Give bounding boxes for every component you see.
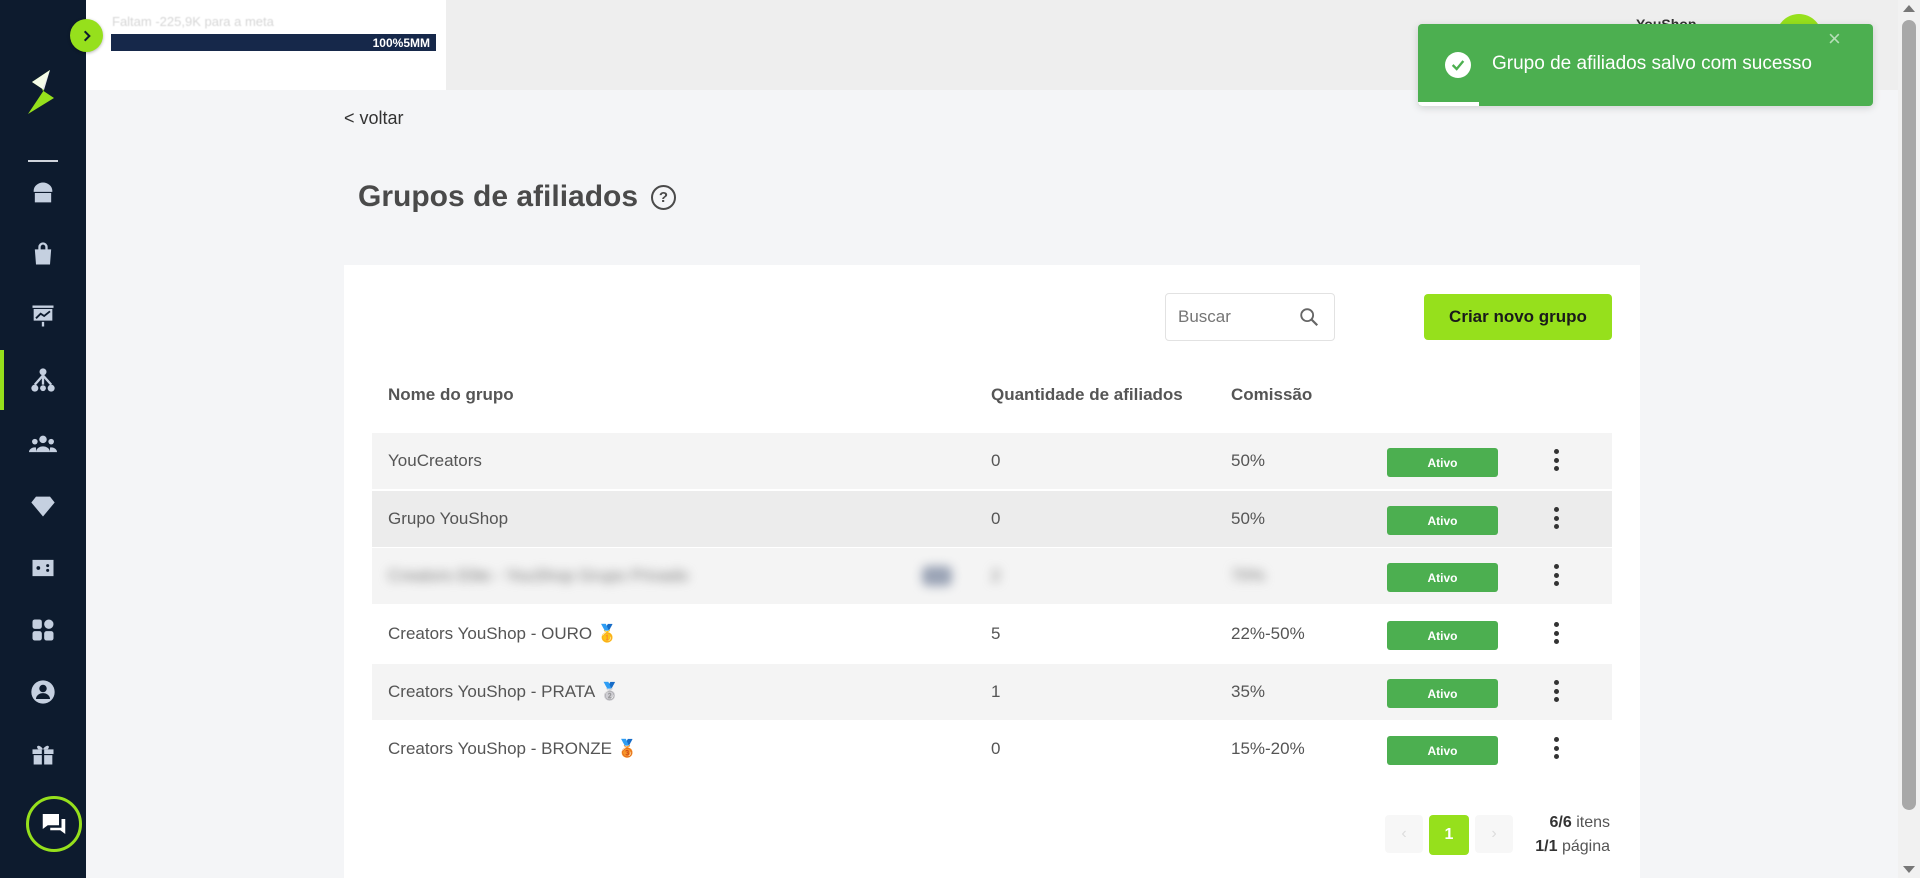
scroll-thumb[interactable] [1902,20,1916,810]
sidebar-item-members[interactable] [0,424,86,464]
goal-text: Faltam -225,9K para a meta [112,14,274,29]
group-name: YouCreators [388,451,482,470]
table-row[interactable]: Creators Elite - YouShop Grupo Privado 2… [372,548,1612,604]
status-badge: Ativo [1387,563,1498,592]
row-menu-icon[interactable] [1549,447,1563,473]
sidebar-item-products[interactable] [0,234,86,274]
affiliate-count: 0 [991,451,1001,470]
scroll-down-icon[interactable] [1903,866,1915,873]
goal-percent: 100% [372,35,404,50]
pages-summary: 1/1 página [1535,838,1610,855]
sidebar [0,0,86,878]
create-group-button[interactable]: Criar novo grupo [1424,294,1612,340]
apps-grid-icon [32,619,54,641]
table-row[interactable]: YouCreators 0 50% Ativo [372,433,1612,489]
status-badge: Ativo [1387,679,1498,708]
sidebar-item-reports[interactable] [0,296,86,336]
affiliate-count: 2 [991,566,1001,585]
items-summary: 6/6 itens [1549,814,1611,831]
commission: 22%-50% [1231,624,1305,643]
column-header-commission: Comissão [1231,385,1313,404]
commission: 15%-20% [1231,739,1305,758]
status-badge: Ativo [1387,448,1498,477]
network-icon [31,368,55,392]
table-row[interactable]: Grupo YouShop 0 50% Ativo [372,491,1612,547]
commission: 50% [1231,509,1266,528]
table-row[interactable]: Creators YouShop - OURO 🥇 5 22%-50% Ativ… [372,606,1612,662]
row-menu-icon[interactable] [1549,562,1563,588]
sidebar-item-profile[interactable] [0,672,86,712]
commission: 35% [1231,682,1266,701]
sidebar-item-premium[interactable] [0,486,86,526]
table-row[interactable]: Creators YouShop - BRONZE 🥉 0 15%-20% At… [372,721,1612,777]
groups-card: Criar novo grupo Nome do grupo Quantidad… [344,265,1640,878]
group-icon [922,566,952,586]
sidebar-item-games[interactable] [0,548,86,588]
pagination-page-1[interactable]: 1 [1429,815,1469,855]
presentation-chart-icon [32,305,54,327]
pagination-info: 6/6 itens 1/1 página [1535,811,1610,859]
group-name: Grupo YouShop [388,509,509,528]
chat-icon [42,814,66,834]
affiliate-count: 0 [991,509,1001,528]
group-name: Creators YouShop - PRATA 🥈 [388,682,621,701]
commission: 50% [1231,451,1266,470]
search-input[interactable] [1178,307,1298,327]
affiliate-count: 5 [991,624,1001,643]
page-scrollbar[interactable] [1898,0,1920,878]
gamepad-icon [32,559,54,577]
search-field[interactable] [1165,293,1335,341]
sidebar-item-apps[interactable] [0,610,86,650]
sales-goal-widget[interactable]: Faltam -225,9K para a meta 100% 5MM [86,0,446,90]
toast-timer-bar [1418,102,1479,106]
row-menu-icon[interactable] [1549,678,1563,704]
sidebar-item-home[interactable] [0,173,86,213]
status-badge: Ativo [1387,736,1498,765]
chevron-right-icon [83,30,91,41]
sidebar-item-affiliates[interactable] [0,350,86,410]
sidebar-expand-button[interactable] [70,19,103,52]
sidebar-divider [28,160,58,162]
gift-icon [32,745,54,765]
user-circle-icon [31,680,55,704]
help-icon[interactable]: ? [651,185,676,210]
goal-target: 5MM [403,35,430,50]
search-icon[interactable] [1298,306,1320,328]
commission: 70% [1231,566,1266,585]
sidebar-item-rewards[interactable] [0,734,86,774]
goal-progress-bar: 100% 5MM [111,34,436,51]
users-icon [29,435,57,453]
chat-support-button[interactable] [26,796,82,852]
affiliate-count: 1 [991,682,1001,701]
toast-close-icon[interactable]: × [1828,26,1841,52]
group-name: Creators YouShop - OURO 🥇 [388,624,618,643]
pagination-prev-button[interactable]: ‹ [1385,815,1423,853]
store-icon [33,182,53,203]
status-badge: Ativo [1387,506,1498,535]
row-menu-icon[interactable] [1549,735,1563,761]
column-header-count: Quantidade de afiliados [991,385,1183,404]
group-name: Creators YouShop - BRONZE 🥉 [388,739,638,758]
affiliate-count: 0 [991,739,1001,758]
table-row[interactable]: Creators YouShop - PRATA 🥈 1 35% Ativo [372,664,1612,720]
row-menu-icon[interactable] [1549,620,1563,646]
bag-icon [34,242,52,265]
page-title: Grupos de afiliados [358,180,639,213]
diamond-icon [31,496,55,517]
toast-message: Grupo de afiliados salvo com sucesso [1492,53,1812,74]
youshop-logo[interactable] [22,68,62,116]
success-toast: Grupo de afiliados salvo com sucesso [1418,24,1873,106]
status-badge: Ativo [1387,621,1498,650]
pagination-next-button[interactable]: › [1475,815,1513,853]
check-circle-icon [1445,52,1471,78]
row-menu-icon[interactable] [1549,505,1563,531]
scroll-up-icon[interactable] [1903,5,1915,12]
back-link[interactable]: < voltar [344,108,404,129]
column-header-name: Nome do grupo [388,385,514,404]
group-name: Creators Elite - YouShop Grupo Privado [388,566,689,585]
